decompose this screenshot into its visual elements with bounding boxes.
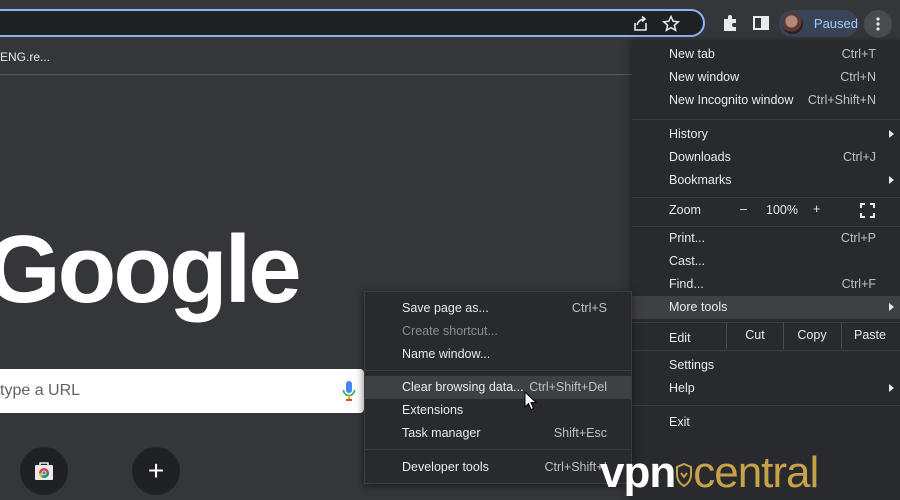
menu-separator (632, 350, 900, 351)
zoom-row: Zoom – 100% + (632, 199, 900, 222)
menu-item-shortcut: Ctrl+Shift+Del (529, 380, 607, 394)
star-icon[interactable] (662, 15, 680, 33)
menu-item-shortcut: Ctrl+S (571, 301, 607, 315)
menu-item-label: Create shortcut... (402, 324, 498, 338)
menu-separator (632, 197, 900, 198)
menu-separator (632, 405, 900, 406)
fullscreen-icon[interactable] (860, 203, 875, 218)
menu-item-label: Clear browsing data... (402, 380, 524, 394)
menu-item-label: Save page as... (402, 301, 489, 315)
menu-item-more-tools[interactable]: More tools (632, 296, 900, 319)
extensions-icon[interactable] (720, 13, 740, 33)
menu-item-new-incognito-window[interactable]: New Incognito window Ctrl+Shift+N (632, 89, 900, 112)
copy-button[interactable]: Copy (783, 322, 840, 349)
menu-item-create-shortcut[interactable]: Create shortcut... (365, 320, 631, 343)
bookmarks-divider (0, 74, 632, 75)
menu-item-print[interactable]: Print... Ctrl+P (632, 227, 900, 250)
menu-item-label: Name window... (402, 347, 491, 361)
menu-item-extensions[interactable]: Extensions (365, 399, 631, 422)
menu-item-new-tab[interactable]: New tab Ctrl+T (632, 43, 900, 66)
zoom-level: 100% (766, 203, 798, 217)
edit-label: Edit (669, 331, 691, 345)
add-shortcut-button[interactable]: + (132, 447, 180, 495)
address-bar[interactable] (0, 9, 705, 37)
menu-item-label: Task manager (402, 426, 481, 440)
menu-item-shortcut: Ctrl+N (840, 70, 876, 84)
menu-item-shortcut: Ctrl+F (841, 277, 876, 291)
share-icon[interactable] (632, 15, 650, 33)
menu-item-help[interactable]: Help (632, 377, 900, 400)
menu-item-shortcut: Ctrl+T (841, 47, 876, 61)
menu-item-label: Bookmarks (669, 173, 732, 187)
profile-button[interactable]: Paused (779, 10, 858, 37)
mouse-cursor-icon (524, 391, 538, 411)
menu-item-save-page-as[interactable]: Save page as... Ctrl+S (365, 297, 631, 320)
menu-item-label: Developer tools (402, 460, 489, 474)
menu-item-label: Extensions (402, 403, 464, 417)
side-panel-icon[interactable] (751, 13, 771, 33)
menu-item-label: Help (669, 381, 695, 395)
watermark-central-text: central (693, 448, 819, 497)
profile-status-label: Paused (813, 16, 858, 31)
zoom-out-button[interactable]: – (740, 202, 747, 216)
menu-item-label: New Incognito window (669, 93, 794, 107)
submenu-arrow-icon (889, 130, 894, 138)
menu-item-label: New tab (669, 47, 715, 61)
menu-item-shortcut: Ctrl+J (843, 150, 876, 164)
bookmark-item[interactable]: ENG.re... (0, 50, 50, 64)
menu-item-downloads[interactable]: Downloads Ctrl+J (632, 146, 900, 169)
menu-item-cast[interactable]: Cast... (632, 250, 900, 273)
zoom-in-button[interactable]: + (813, 202, 820, 216)
menu-item-clear-browsing-data[interactable]: Clear browsing data... Ctrl+Shift+Del (365, 376, 631, 399)
menu-item-developer-tools[interactable]: Developer tools Ctrl+Shift+I (365, 456, 631, 479)
menu-item-label: History (669, 127, 708, 141)
more-tools-submenu: Save page as... Ctrl+S Create shortcut..… (364, 291, 632, 484)
menu-item-label: Cast... (669, 254, 706, 268)
chrome-menu-button[interactable] (864, 10, 892, 38)
paste-button[interactable]: Paste (841, 322, 898, 349)
kebab-menu-icon (876, 17, 880, 31)
avatar (782, 13, 803, 34)
web-store-icon (35, 462, 53, 480)
menu-item-find[interactable]: Find... Ctrl+F (632, 273, 900, 296)
cut-button[interactable]: Cut (726, 322, 783, 349)
menu-item-shortcut: Ctrl+Shift+I (544, 460, 607, 474)
menu-item-shortcut: Ctrl+P (840, 231, 876, 245)
menu-item-label: New window (669, 70, 740, 84)
menu-separator (365, 370, 631, 371)
menu-item-shortcut: Ctrl+Shift+N (807, 93, 876, 107)
menu-item-new-window[interactable]: New window Ctrl+N (632, 66, 900, 89)
search-placeholder: type a URL (0, 382, 81, 399)
submenu-arrow-icon (889, 384, 894, 392)
google-logo: Google (0, 216, 302, 323)
menu-separator (632, 119, 900, 120)
menu-item-label: Downloads (669, 150, 731, 164)
menu-item-history[interactable]: History (632, 123, 900, 146)
menu-separator (365, 449, 631, 450)
menu-item-label: Print... (669, 231, 706, 245)
watermark-vpn-text: vpn (600, 448, 676, 497)
menu-item-label: Exit (669, 415, 690, 429)
submenu-arrow-icon (889, 176, 894, 184)
zoom-label: Zoom (669, 203, 701, 217)
menu-item-label: More tools (669, 300, 728, 314)
chrome-main-menu: New tab Ctrl+T New window Ctrl+N New Inc… (632, 40, 900, 500)
edit-row: Edit Cut Copy Paste (632, 322, 900, 350)
menu-item-settings[interactable]: Settings (632, 354, 900, 377)
menu-item-label: Find... (669, 277, 704, 291)
menu-item-shortcut: Shift+Esc (553, 426, 607, 440)
shield-icon (676, 463, 693, 488)
menu-item-task-manager[interactable]: Task manager Shift+Esc (365, 422, 631, 445)
menu-item-name-window[interactable]: Name window... (365, 343, 631, 366)
menu-item-exit[interactable]: Exit (632, 411, 900, 434)
submenu-arrow-icon (889, 303, 894, 311)
menu-item-bookmarks[interactable]: Bookmarks (632, 169, 900, 192)
shortcut-tile[interactable] (20, 447, 68, 495)
vpncentral-watermark: vpn central (600, 447, 900, 499)
search-box[interactable]: type a URL (0, 369, 364, 413)
plus-icon: + (147, 455, 165, 486)
menu-item-label: Settings (669, 358, 715, 372)
microphone-icon[interactable] (342, 381, 356, 401)
